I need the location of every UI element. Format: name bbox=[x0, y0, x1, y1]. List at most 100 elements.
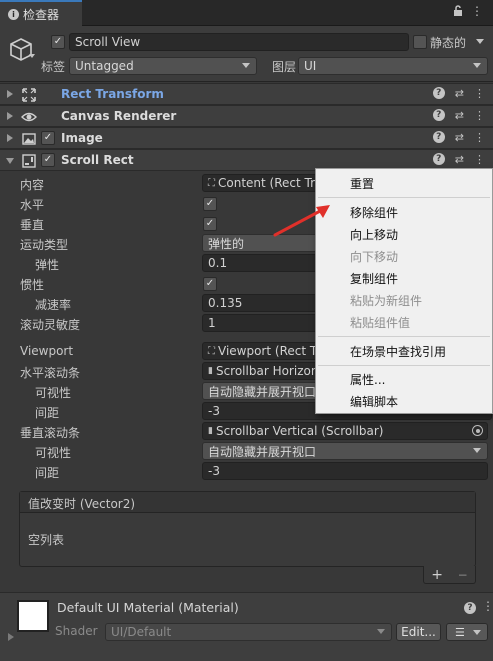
layer-value: UI bbox=[304, 59, 317, 73]
layer-dropdown[interactable]: UI bbox=[298, 57, 488, 75]
component-menu-icon[interactable]: ⋮ bbox=[474, 109, 485, 122]
tab-inspector-label: 检查器 bbox=[23, 7, 60, 22]
component-tools: ? ⇄ ⋮ bbox=[432, 109, 485, 122]
component-name: Image bbox=[61, 131, 103, 145]
tag-value: Untagged bbox=[75, 59, 134, 73]
horizontal-checkbox[interactable]: ✓ bbox=[203, 197, 217, 211]
vertical-scrollbar-field[interactable]: ▮ Scrollbar Vertical (Scrollbar) bbox=[202, 422, 488, 440]
menu-item-paste-values[interactable]: 粘贴组件值 bbox=[350, 314, 410, 331]
more-options-icon[interactable]: ⋮ bbox=[471, 4, 483, 18]
component-name: Rect Transform bbox=[61, 87, 164, 101]
gameobject-header: ✓ Scroll View ✓ 静态的 标签 Untagged 图层 UI bbox=[0, 26, 493, 82]
movement-type-label: 运动类型 bbox=[20, 238, 69, 252]
horizontal-scrollbar-label: 水平滚动条 bbox=[20, 366, 81, 380]
menu-item-edit-script[interactable]: 编辑脚本 bbox=[350, 393, 398, 410]
rect-transform-icon: ⛶ bbox=[208, 345, 215, 357]
event-header: 值改变时 (Vector2) bbox=[20, 492, 475, 513]
menu-item-move-up[interactable]: 向上移动 bbox=[350, 226, 398, 243]
add-listener-button[interactable]: + bbox=[431, 567, 443, 583]
scroll-rect-icon bbox=[22, 154, 36, 168]
chevron-down-icon bbox=[242, 63, 250, 68]
foldout-arrow-icon[interactable] bbox=[6, 158, 14, 164]
lock-icon[interactable] bbox=[453, 5, 463, 20]
preset-icon[interactable]: ⇄ bbox=[455, 153, 464, 166]
menu-item-remove-component[interactable]: 移除组件 bbox=[350, 204, 398, 221]
tab-inspector[interactable]: i 检查器 bbox=[0, 0, 82, 26]
static-label: 静态的 bbox=[430, 36, 467, 50]
foldout-arrow-icon[interactable] bbox=[7, 112, 13, 120]
component-canvas-renderer[interactable]: Canvas Renderer ? ⇄ ⋮ bbox=[0, 105, 493, 127]
vertical-spacing-label: 间距 bbox=[35, 466, 60, 480]
menu-separator bbox=[318, 336, 490, 337]
chevron-down-icon bbox=[473, 630, 481, 635]
help-icon[interactable]: ? bbox=[432, 87, 445, 99]
preset-icon[interactable]: ⇄ bbox=[455, 131, 464, 144]
vertical-spacing-value: -3 bbox=[208, 464, 220, 478]
horizontal-visibility-label: 可视性 bbox=[35, 386, 72, 400]
viewport-label: Viewport bbox=[20, 344, 74, 358]
image-icon bbox=[22, 133, 36, 145]
deceleration-rate-value: 0.135 bbox=[208, 296, 243, 310]
static-checkbox[interactable]: ✓ bbox=[413, 35, 427, 49]
help-icon[interactable]: ? bbox=[432, 153, 445, 165]
horizontal-scrollbar-value: Scrollbar Horizon bbox=[215, 364, 319, 378]
component-menu-icon[interactable]: ⋮ bbox=[474, 153, 485, 166]
object-picker-icon[interactable] bbox=[472, 425, 483, 436]
help-icon[interactable]: ? bbox=[432, 131, 445, 143]
scroll-sensitivity-value: 1 bbox=[208, 316, 216, 330]
component-image[interactable]: ✓ Image ? ⇄ ⋮ bbox=[0, 127, 493, 149]
help-icon[interactable]: ? bbox=[432, 109, 445, 121]
object-name-field[interactable]: Scroll View bbox=[69, 33, 409, 51]
material-menu-icon[interactable]: ⋮ bbox=[482, 599, 493, 613]
edit-shader-button[interactable]: Edit... bbox=[396, 623, 441, 641]
icon-dropdown-arrow[interactable] bbox=[29, 54, 35, 58]
rect-transform-icon: ⛶ bbox=[208, 177, 215, 189]
vertical-scrollbar-label: 垂直滚动条 bbox=[20, 426, 81, 440]
list-icon: ☰ bbox=[455, 625, 465, 639]
horizontal-label: 水平 bbox=[20, 198, 45, 212]
material-foldout-arrow-icon[interactable] bbox=[8, 633, 14, 641]
menu-item-reset[interactable]: 重置 bbox=[350, 175, 374, 192]
deceleration-rate-label: 减速率 bbox=[35, 298, 72, 312]
menu-item-find-references[interactable]: 在场景中查找引用 bbox=[350, 343, 446, 360]
static-dropdown-arrow[interactable] bbox=[476, 39, 484, 44]
menu-item-properties[interactable]: 属性... bbox=[350, 371, 385, 388]
menu-item-paste-as-new[interactable]: 粘贴为新组件 bbox=[350, 292, 422, 309]
component-tools: ? ⇄ ⋮ bbox=[432, 153, 485, 166]
movement-type-value: 弹性的 bbox=[208, 236, 245, 251]
menu-separator bbox=[318, 365, 490, 366]
horizontal-spacing-label: 间距 bbox=[35, 406, 60, 420]
shader-dropdown[interactable]: UI/Default bbox=[105, 623, 392, 641]
horizontal-visibility-value: 自动隐藏并展开视口 bbox=[208, 384, 317, 399]
vertical-spacing-field[interactable]: -3 bbox=[202, 462, 488, 480]
menu-item-copy-component[interactable]: 复制组件 bbox=[350, 270, 398, 287]
on-value-changed-event: 值改变时 (Vector2) 空列表 bbox=[19, 491, 476, 567]
chevron-down-icon bbox=[377, 629, 385, 634]
preset-icon[interactable]: ⇄ bbox=[455, 109, 464, 122]
menu-item-move-down[interactable]: 向下移动 bbox=[350, 248, 398, 265]
foldout-arrow-icon[interactable] bbox=[7, 134, 13, 142]
inertia-label: 惯性 bbox=[20, 278, 45, 292]
remove-listener-button[interactable]: − bbox=[458, 568, 468, 582]
annotation-arrow-icon bbox=[273, 205, 330, 237]
scroll-rect-enabled-checkbox[interactable]: ✓ bbox=[41, 153, 55, 167]
vertical-checkbox[interactable]: ✓ bbox=[203, 217, 217, 231]
active-checkbox[interactable]: ✓ bbox=[51, 35, 65, 49]
image-enabled-checkbox[interactable]: ✓ bbox=[41, 131, 55, 145]
inertia-checkbox[interactable]: ✓ bbox=[203, 277, 217, 291]
help-icon[interactable]: ? bbox=[464, 602, 476, 614]
component-menu-icon[interactable]: ⋮ bbox=[474, 87, 485, 100]
component-menu-icon[interactable]: ⋮ bbox=[474, 131, 485, 144]
component-rect-transform[interactable]: Rect Transform ? ⇄ ⋮ bbox=[0, 83, 493, 105]
tag-dropdown[interactable]: Untagged bbox=[69, 57, 257, 75]
shader-options-button[interactable]: ☰ bbox=[446, 623, 488, 641]
scrollbar-icon: ▮ bbox=[208, 366, 213, 376]
event-add-remove-bar: + − bbox=[423, 566, 476, 584]
foldout-arrow-icon[interactable] bbox=[7, 90, 13, 98]
scroll-sensitivity-label: 滚动灵敏度 bbox=[20, 318, 81, 332]
component-name: Scroll Rect bbox=[61, 153, 134, 167]
vertical-visibility-label: 可视性 bbox=[35, 446, 72, 460]
vertical-visibility-dropdown[interactable]: 自动隐藏并展开视口 bbox=[202, 442, 488, 460]
preset-icon[interactable]: ⇄ bbox=[455, 87, 464, 100]
gameobject-cube-icon bbox=[10, 38, 32, 61]
